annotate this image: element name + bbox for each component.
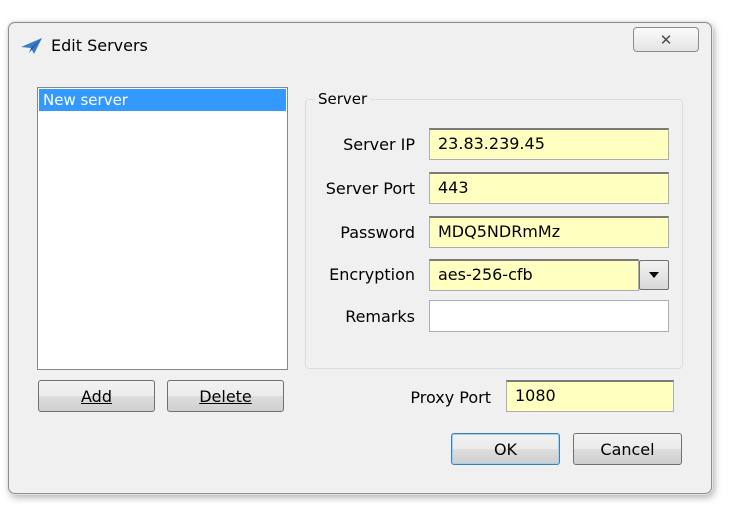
password-input[interactable]: MDQ5NDRmMz [429,216,669,248]
window-title: Edit Servers [51,36,148,55]
server-ip-label: Server IP [343,135,415,154]
remarks-input[interactable] [429,300,669,332]
encryption-label: Encryption [329,265,415,284]
proxy-port-label: Proxy Port [410,388,491,407]
close-icon: ✕ [659,30,673,49]
title-bar[interactable]: Edit Servers ✕ [9,23,711,67]
paper-plane-icon [20,36,44,56]
add-button[interactable]: Add [38,380,155,412]
encryption-dropdown-button[interactable] [639,260,669,290]
server-port-input[interactable]: 443 [429,172,669,204]
cancel-button-label: Cancel [600,439,655,459]
edit-servers-dialog: Edit Servers ✕ New server Add Delete Ser… [8,22,712,494]
encryption-select[interactable]: aes-256-cfb [429,259,639,291]
proxy-port-input[interactable]: 1080 [506,380,674,412]
password-label: Password [340,223,415,242]
add-button-label: Add [81,386,112,406]
chevron-down-icon [649,272,659,278]
cancel-button[interactable]: Cancel [573,433,682,465]
server-ip-input[interactable]: 23.83.239.45 [429,128,669,160]
remarks-label: Remarks [345,307,415,326]
close-button[interactable]: ✕ [633,27,699,52]
server-list[interactable]: New server [37,87,288,370]
server-port-label: Server Port [325,179,415,198]
delete-button[interactable]: Delete [167,380,284,412]
server-group-label: Server [315,90,371,108]
list-item[interactable]: New server [39,89,286,111]
ok-button[interactable]: OK [451,433,560,465]
ok-button-label: OK [493,439,518,459]
delete-button-label: Delete [199,386,252,406]
